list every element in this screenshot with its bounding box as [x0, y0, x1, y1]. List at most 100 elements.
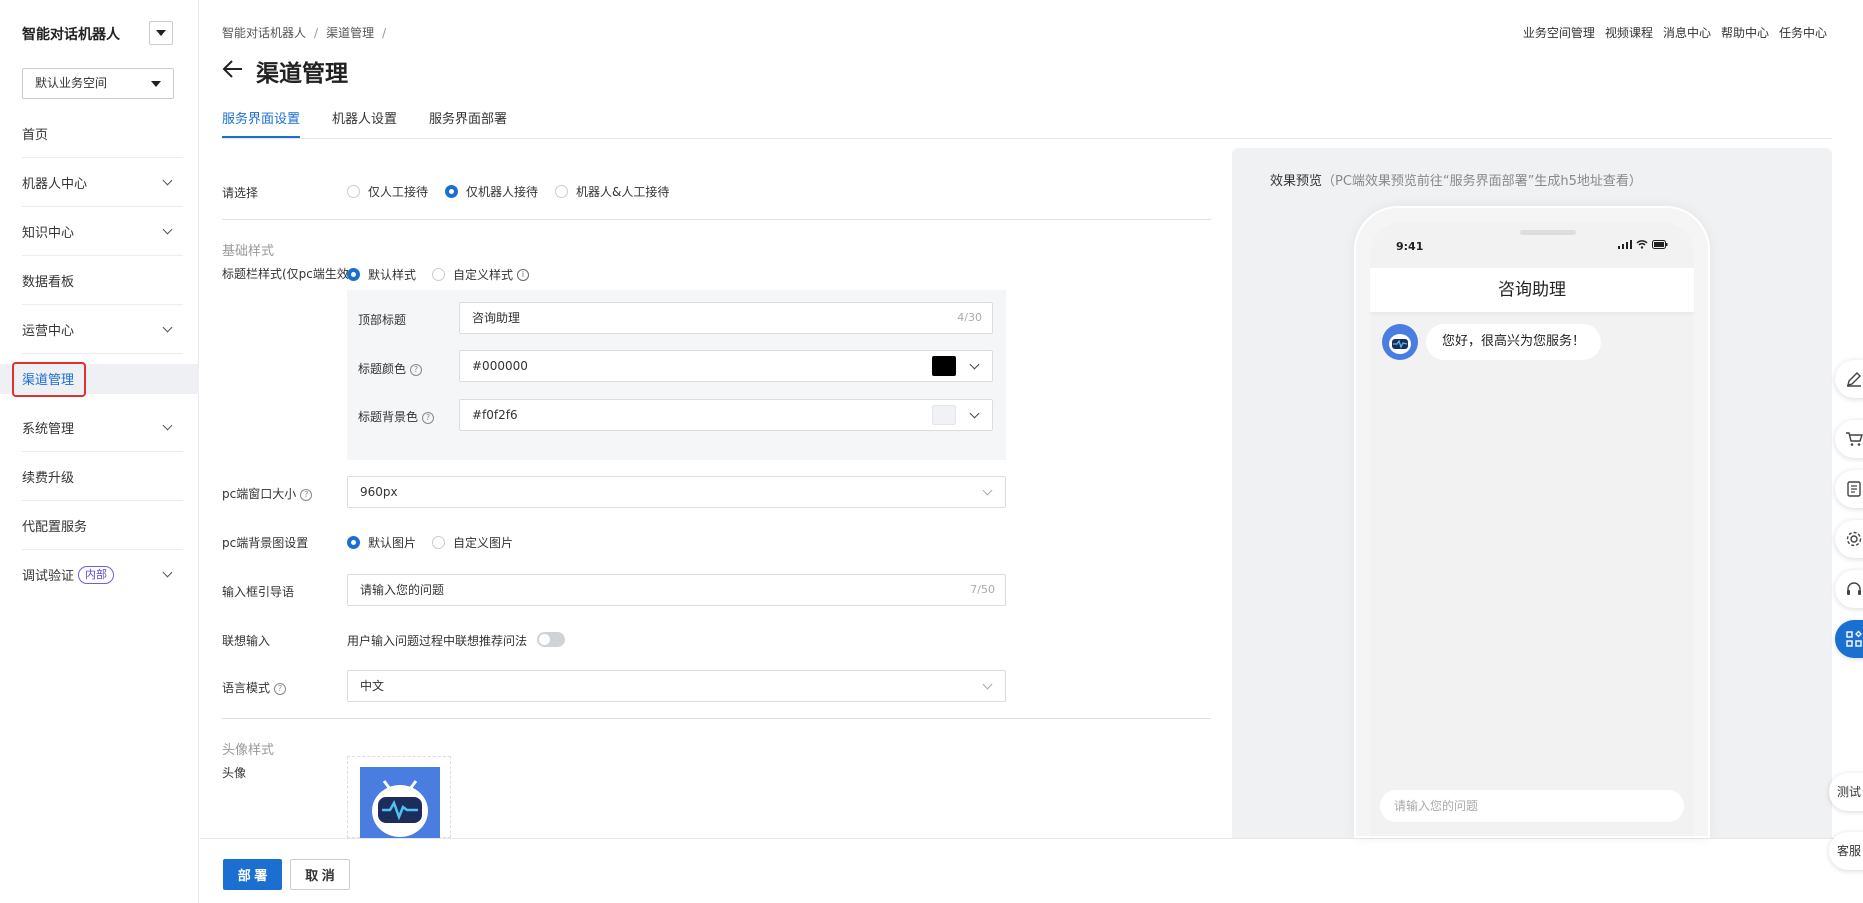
chevron-down-icon: [162, 175, 173, 186]
wifi-icon: [1636, 240, 1648, 249]
nav-active-outline: [12, 362, 86, 397]
workspace-select[interactable]: 默认业务空间: [22, 68, 174, 99]
sidebar-item-dashboard[interactable]: 数据看板: [22, 256, 183, 305]
toggle-knob: [539, 634, 550, 645]
radio-default-style[interactable]: 默认样式: [347, 266, 416, 283]
chat-header: 咨询助理: [1370, 268, 1694, 312]
sidebar-item-label: 系统管理: [22, 421, 75, 437]
section-divider: [222, 219, 1211, 220]
chevron-down-icon: [969, 408, 980, 419]
status-icons: [1618, 240, 1668, 249]
apps-icon: [1846, 630, 1862, 647]
radio-dot: [347, 536, 360, 549]
floating-edit-button[interactable]: [1835, 360, 1863, 398]
pc-window-size-select[interactable]: 960px: [347, 476, 1006, 508]
avatar-upload[interactable]: [347, 756, 451, 839]
gear-icon: [1846, 531, 1862, 547]
cart-icon: [1846, 432, 1863, 446]
tab-robot-settings[interactable]: 机器人设置: [332, 108, 397, 138]
document-icon: [1847, 481, 1861, 497]
breadcrumb-item[interactable]: 智能对话机器人: [222, 26, 306, 40]
tabs-divider: [222, 138, 1832, 139]
app-switch-dropdown[interactable]: [149, 21, 173, 45]
sidebar-item-label: 机器人中心: [22, 176, 88, 192]
sidebar-item-home[interactable]: 首页: [22, 109, 183, 158]
floating-support-button[interactable]: [1835, 570, 1863, 608]
assoc-input-toggle[interactable]: [537, 632, 565, 647]
radio-custom-image[interactable]: 自定义图片: [432, 534, 513, 551]
chevron-down-icon: [982, 485, 993, 496]
phone-notch: [1520, 230, 1576, 235]
sidebar-item-label: 代配置服务: [22, 519, 88, 535]
top-link-video[interactable]: 视频课程: [1605, 24, 1653, 41]
floating-apps-button[interactable]: [1835, 620, 1863, 658]
question-icon[interactable]: ?: [300, 488, 313, 501]
radio-human-only[interactable]: 仅人工接待: [347, 183, 428, 200]
breadcrumb-item[interactable]: 渠道管理: [326, 26, 374, 40]
sidebar-item-system-management[interactable]: 系统管理: [22, 403, 183, 452]
question-icon[interactable]: ?: [274, 682, 287, 695]
radio-label: 自定义样式: [453, 268, 514, 282]
assoc-input-label: 联想输入: [222, 634, 271, 648]
caret-down-icon: [156, 30, 166, 36]
sidebar-nav: 首页 机器人中心 知识中心 数据看板 运营中心 渠道管理 系统管理 续费升级 代…: [0, 109, 199, 599]
sidebar-item-label: 知识中心: [22, 225, 75, 241]
floating-doc-button[interactable]: [1835, 470, 1863, 508]
radio-robot-only[interactable]: 仅机器人接待: [445, 183, 538, 200]
title-color-picker[interactable]: #000000: [459, 350, 993, 382]
tab-service-ui-deploy[interactable]: 服务界面部署: [429, 108, 507, 138]
info-icon[interactable]: i: [517, 268, 530, 281]
avatar-style-title: 头像样式: [222, 743, 275, 758]
back-arrow-icon[interactable]: [222, 58, 244, 80]
app-title: 智能对话机器人: [22, 27, 120, 43]
radio-dot: [347, 268, 360, 281]
sidebar-item-label: 运营中心: [22, 323, 75, 339]
top-link-tasks[interactable]: 任务中心: [1779, 24, 1827, 41]
basic-style-title: 基础样式: [222, 244, 275, 259]
top-link-workspace[interactable]: 业务空间管理: [1523, 24, 1595, 41]
tab-service-ui-settings[interactable]: 服务界面设置: [222, 108, 301, 138]
question-icon[interactable]: ?: [422, 411, 435, 424]
sidebar-item-debug[interactable]: 调试验证 内部: [22, 550, 183, 599]
floating-settings-button[interactable]: [1835, 520, 1863, 558]
avatar-label: 头像: [222, 766, 247, 780]
section-divider: [222, 718, 1211, 719]
internal-badge: 内部: [78, 565, 115, 584]
radio-dot: [432, 536, 445, 549]
sidebar-item-operations[interactable]: 运营中心: [22, 305, 183, 354]
radio-robot-and-human[interactable]: 机器人&人工接待: [555, 183, 669, 200]
question-icon[interactable]: ?: [410, 363, 423, 376]
radio-default-image[interactable]: 默认图片: [347, 534, 416, 551]
bot-avatar: [1382, 324, 1418, 360]
top-link-help[interactable]: 帮助中心: [1721, 24, 1769, 41]
top-title-input[interactable]: 咨询助理 4/30: [459, 302, 993, 334]
sidebar-item-config-service[interactable]: 代配置服务: [22, 501, 183, 550]
title-bg-label-text: 标题背景色: [358, 410, 419, 424]
customer-service-button[interactable]: 客服: [1829, 832, 1863, 870]
color-swatch: [932, 405, 956, 425]
signal-icon: [1618, 240, 1632, 249]
sidebar-item-renewal[interactable]: 续费升级: [22, 452, 183, 501]
floating-cart-button[interactable]: [1835, 420, 1863, 458]
test-button[interactable]: 测试: [1829, 773, 1863, 811]
deploy-button[interactable]: 部 署: [223, 859, 282, 890]
input-hint-value: 请输入您的问题: [360, 583, 445, 597]
radio-custom-style[interactable]: 自定义样式 i: [432, 266, 530, 283]
sidebar-item-knowledge-center[interactable]: 知识中心: [22, 207, 183, 256]
chat-input[interactable]: 请输入您的问题: [1380, 790, 1684, 822]
language-mode-label: 语言模式?: [222, 679, 287, 696]
top-title-label: 顶部标题: [358, 313, 407, 327]
title-bg-color-picker[interactable]: #f0f2f6: [459, 399, 993, 431]
title-bar-style-label: 标题栏样式(仅pc端生效): [222, 267, 348, 281]
sidebar-item-robot-center[interactable]: 机器人中心: [22, 158, 183, 207]
language-mode-select[interactable]: 中文: [347, 670, 1006, 702]
top-links: 业务空间管理 视频课程 消息中心 帮助中心 任务中心: [1523, 24, 1827, 41]
greeting-bubble: 您好，很高兴为您服务！: [1426, 324, 1602, 360]
cancel-button[interactable]: 取 消: [290, 859, 350, 890]
input-hint-label: 输入框引导语: [222, 585, 295, 599]
breadcrumb: 智能对话机器人 / 渠道管理 /: [222, 26, 387, 40]
top-link-messages[interactable]: 消息中心: [1663, 24, 1711, 41]
status-time: 9:41: [1396, 240, 1424, 253]
input-hint-field[interactable]: 请输入您的问题 7/50: [347, 574, 1006, 606]
radio-label: 仅人工接待: [368, 185, 429, 199]
